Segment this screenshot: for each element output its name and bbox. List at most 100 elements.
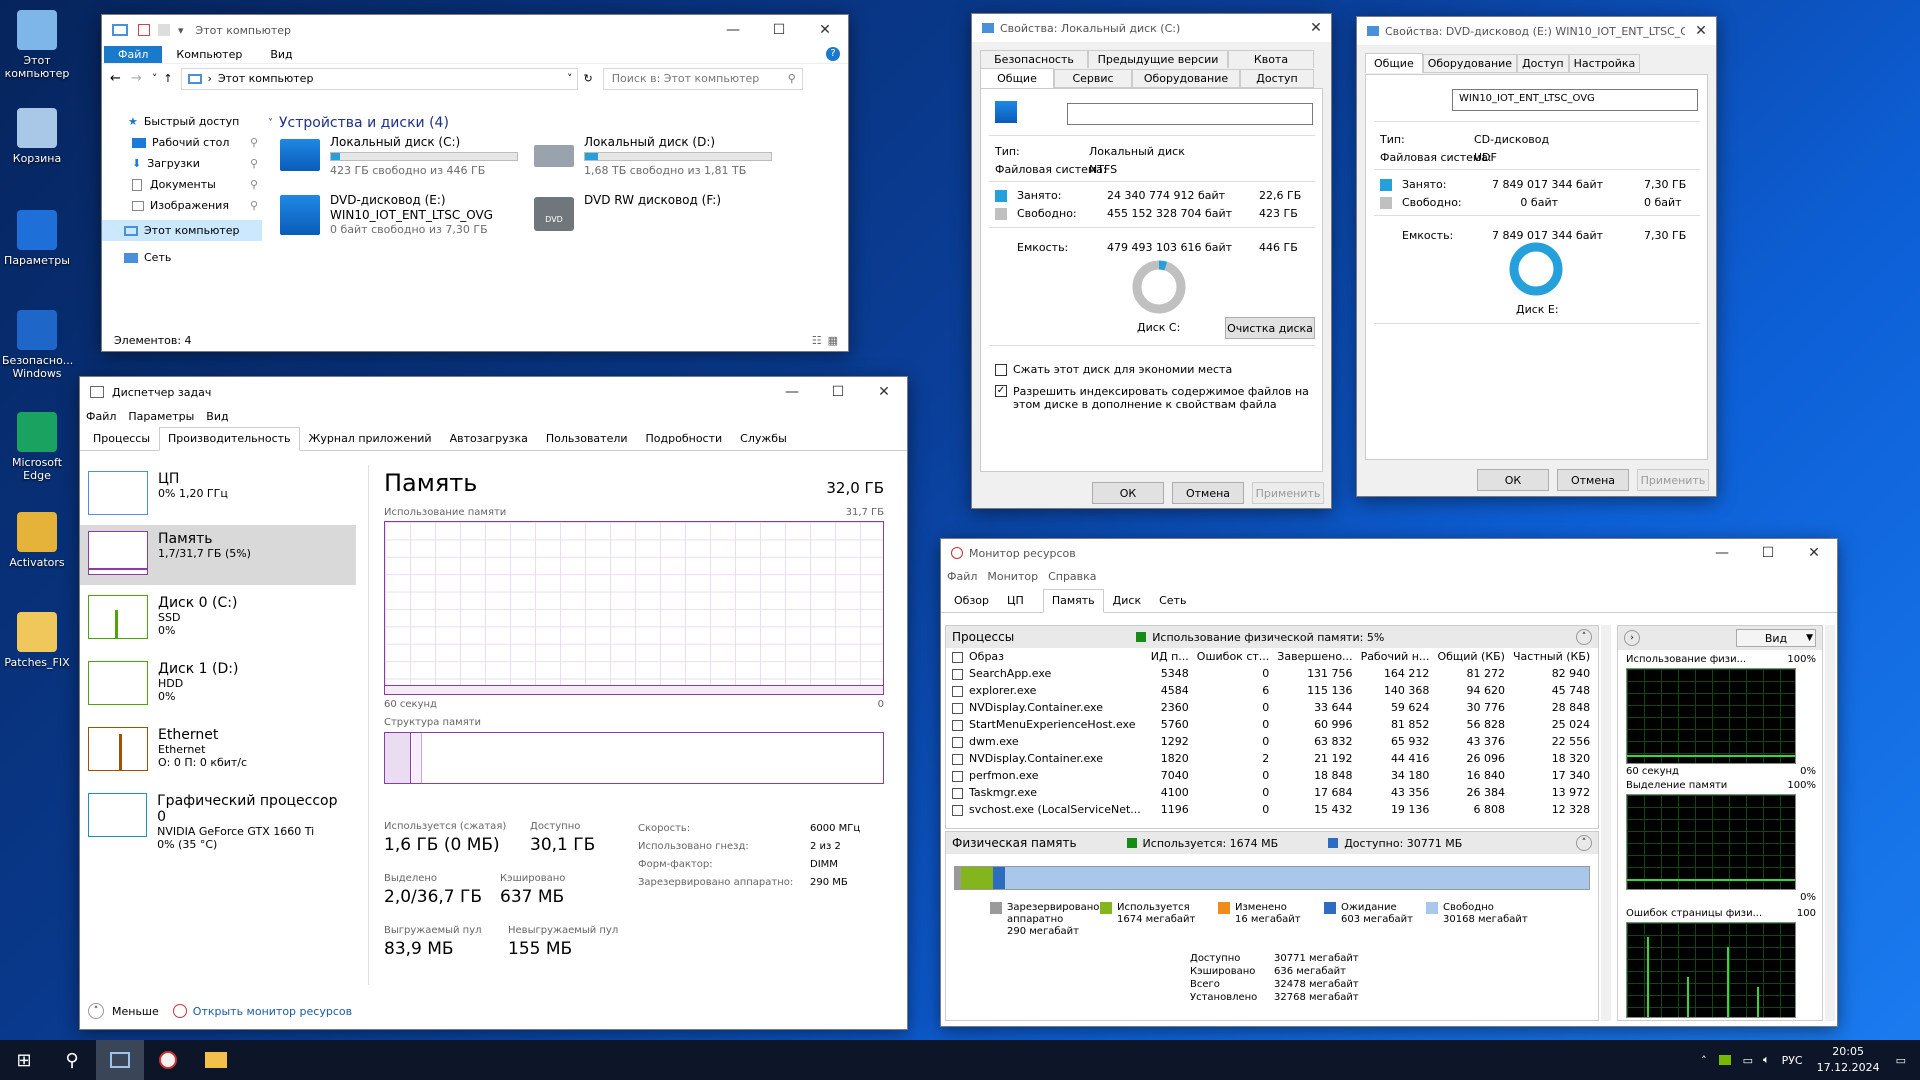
maximize-button[interactable]: ☐: [1745, 539, 1791, 568]
column-header[interactable]: Частный (КБ): [1509, 648, 1594, 665]
table-row[interactable]: SearchApp.exe 5348 0 131 756 164 212 81 272 82…: [948, 665, 1594, 682]
table-row[interactable]: svchost.exe (LocalServiceNet... 1196 0 15 4…: [948, 801, 1594, 818]
close-button[interactable]: ✕: [1686, 17, 1716, 46]
side-item-disk1[interactable]: Диск 1 (D:) HDD 0%: [80, 655, 356, 715]
row-checkbox[interactable]: [952, 804, 963, 816]
resmon-titlebar[interactable]: Монитор ресурсов — ☐ ✕: [941, 539, 1837, 567]
row-checkbox[interactable]: [952, 787, 963, 799]
up-icon[interactable]: ↑: [163, 72, 172, 85]
forward-icon[interactable]: →: [131, 71, 142, 86]
tab-users[interactable]: Пользователи: [537, 427, 637, 450]
maximize-button[interactable]: ☐: [756, 15, 802, 45]
volume-label-input[interactable]: WIN10_IOT_ENT_LTSC_OVG: [1452, 89, 1698, 111]
apply-button[interactable]: Применить: [1637, 469, 1709, 491]
apply-button[interactable]: Применить: [1252, 482, 1324, 504]
resmon-scrollbar[interactable]: [1601, 625, 1611, 1021]
close-button[interactable]: ✕: [861, 377, 907, 407]
compress-checkbox-row[interactable]: Сжать этот диск для экономии места: [995, 363, 1232, 376]
tab-network[interactable]: Сеть: [1150, 589, 1195, 612]
drive-tile-d[interactable]: Локальный диск (D:) 1,68 ТБ свободно из …: [534, 133, 774, 179]
ribbon-tab-file[interactable]: Файл: [104, 45, 163, 63]
row-checkbox[interactable]: [952, 770, 963, 782]
tiles-view-icon[interactable]: ▦: [828, 334, 838, 347]
column-header[interactable]: Завершено...: [1273, 648, 1356, 665]
checklist-icon[interactable]: [138, 24, 150, 36]
tab-customize[interactable]: Настройка: [1568, 53, 1641, 73]
processes-header[interactable]: Процессы Использование физической памяти…: [946, 626, 1598, 648]
tab-performance[interactable]: Производительность: [159, 427, 300, 451]
row-checkbox[interactable]: [952, 753, 963, 765]
drive-tile-f[interactable]: DVD DVD RW дисковод (F:): [534, 191, 774, 237]
row-checkbox[interactable]: [952, 736, 963, 748]
menu-file[interactable]: Файл: [86, 410, 116, 423]
table-row[interactable]: StartMenuExperienceHost.exe 5760 0 60 996 81…: [948, 716, 1594, 733]
propc-titlebar[interactable]: Свойства: Локальный диск (C:) ✕: [972, 14, 1331, 42]
row-checkbox[interactable]: [952, 685, 963, 697]
details-view-icon[interactable]: ☷: [812, 334, 822, 347]
side-item-memory[interactable]: Память 1,7/31,7 ГБ (5%): [80, 525, 356, 585]
side-item-cpu[interactable]: ЦП 0% 1,20 ГГц: [80, 465, 356, 525]
ribbon-tab-view[interactable]: Вид: [256, 46, 306, 63]
close-button[interactable]: ✕: [802, 15, 848, 45]
table-row[interactable]: perfmon.exe 7040 0 18 848 34 180 16 840 17 340: [948, 767, 1594, 784]
row-checkbox[interactable]: [952, 702, 963, 714]
ok-button[interactable]: ОК: [1092, 482, 1164, 504]
search-box[interactable]: Поиск в: Этот компьютер ⚲: [602, 67, 803, 90]
notifications-icon[interactable]: ▭: [1896, 1054, 1906, 1067]
tab-hardware[interactable]: Оборудование: [1132, 68, 1240, 88]
column-header[interactable]: Образ: [948, 648, 1145, 665]
chevron-up-icon[interactable]: ˄: [1576, 629, 1592, 645]
expand-icon[interactable]: ›: [1624, 630, 1640, 646]
tab-tools[interactable]: Сервис: [1054, 68, 1132, 88]
ok-button[interactable]: ОК: [1477, 469, 1549, 491]
taskbar-taskmgr-icon[interactable]: [96, 1040, 144, 1080]
select-all-checkbox[interactable]: [952, 651, 963, 663]
tab-services[interactable]: Службы: [731, 427, 796, 450]
tab-disk[interactable]: Диск: [1104, 589, 1150, 612]
tab-hardware[interactable]: Оборудование: [1422, 53, 1518, 73]
close-button[interactable]: ✕: [1791, 539, 1837, 568]
help-icon[interactable]: ?: [826, 47, 840, 61]
cancel-button[interactable]: Отмена: [1172, 482, 1244, 504]
taskbar-explorer-icon[interactable]: [192, 1040, 240, 1080]
open-resmon-link[interactable]: Открыть монитор ресурсов: [193, 1005, 352, 1018]
menu-monitor[interactable]: Монитор: [987, 570, 1038, 583]
nav-desktop[interactable]: Рабочий стол ⚲: [102, 132, 262, 153]
disk-cleanup-button[interactable]: Очистка диска: [1225, 317, 1315, 339]
view-button[interactable]: Вид ▼: [1736, 629, 1816, 647]
fewer-details-link[interactable]: Меньше: [112, 1005, 159, 1018]
search-icon[interactable]: ⚲: [48, 1040, 96, 1080]
prope-titlebar[interactable]: Свойства: DVD-дисковод (E:) WIN10_IOT_EN…: [1357, 17, 1716, 45]
nav-quick-access[interactable]: ★ Быстрый доступ: [102, 111, 262, 132]
maximize-button[interactable]: ☐: [815, 377, 861, 407]
row-checkbox[interactable]: [952, 719, 963, 731]
start-button[interactable]: ⊞: [0, 1040, 48, 1080]
volume-label-input[interactable]: [1067, 103, 1313, 125]
table-row[interactable]: NVDisplay.Container.exe 1820 2 21 192 44 416…: [948, 750, 1594, 767]
ribbon-tab-computer[interactable]: Компьютер: [162, 46, 256, 63]
desktop-icon[interactable]: Patches_FIX: [2, 612, 72, 669]
taskmgr-titlebar[interactable]: Диспетчер задач — ☐ ✕: [80, 377, 907, 407]
drive-tile-e[interactable]: DVD-дисковод (E:) WIN10_IOT_ENT_LTSC_OVG…: [280, 191, 520, 239]
volume-tray-icon[interactable]: 🔈︎: [1763, 1053, 1770, 1067]
explorer-titlebar[interactable]: ▾ Этот компьютер — ☐ ✕: [102, 15, 848, 45]
tab-general[interactable]: Общие: [1365, 53, 1423, 73]
index-checkbox-row[interactable]: ✓ Разрешить индексировать содержимое фай…: [995, 385, 1313, 411]
table-row[interactable]: dwm.exe 1292 0 63 832 65 932 43 376 22 556: [948, 733, 1594, 750]
menu-options[interactable]: Параметры: [128, 410, 194, 423]
desktop-icon[interactable]: Microsoft Edge: [2, 412, 72, 482]
menu-help[interactable]: Справка: [1048, 570, 1096, 583]
side-item-gpu[interactable]: Графический процессор 0 NVIDIA GeForce GT…: [80, 787, 356, 851]
menu-view[interactable]: Вид: [206, 410, 228, 423]
address-dropdown-icon[interactable]: ˅: [567, 72, 573, 85]
desktop-icon[interactable]: Безопасно... Windows: [2, 310, 73, 380]
tab-app-history[interactable]: Журнал приложений: [300, 427, 441, 450]
row-checkbox[interactable]: [952, 668, 963, 680]
chevron-up-icon[interactable]: ˄: [1576, 835, 1592, 851]
recent-dropdown-icon[interactable]: ˅: [152, 72, 158, 85]
table-row[interactable]: NVDisplay.Container.exe 2360 0 33 644 59 624…: [948, 699, 1594, 716]
taskbar-resmon-icon[interactable]: [144, 1040, 192, 1080]
minimize-button[interactable]: —: [710, 15, 756, 45]
tab-security[interactable]: Безопасность: [980, 50, 1088, 68]
drive-tile-c[interactable]: Локальный диск (C:) 423 ГБ свободно из 4…: [280, 133, 520, 179]
